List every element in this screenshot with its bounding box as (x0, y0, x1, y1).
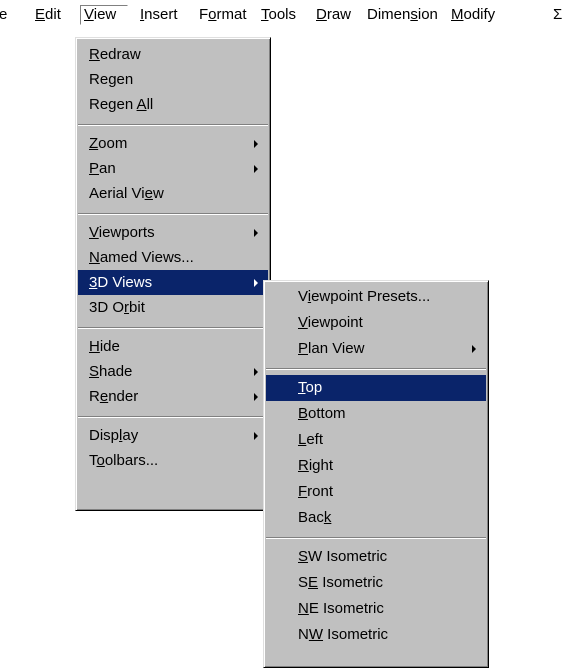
3d-views-item-left[interactable]: Left (266, 427, 486, 453)
view-menu: Redraw Regen Regen All Zoom Pan Aerial View Vi… (75, 37, 271, 511)
view-menu-item-toolbars[interactable]: Toolbars... (78, 448, 268, 473)
3d-views-item-bottom[interactable]: Bottom (266, 401, 486, 427)
view-menu-item-label: Toolbars... (89, 452, 159, 469)
3d-views-item-label: NW Isometric (298, 626, 389, 643)
3d-views-item-plan-view[interactable]: Plan View (266, 336, 486, 362)
3d-views-item-label: Viewpoint Presets... (298, 288, 431, 305)
view-menu-item-label: 3D Orbit (89, 299, 145, 316)
submenu-arrow-icon (254, 229, 258, 237)
menubar-file-partial[interactable]: e (0, 5, 10, 25)
submenu-arrow-icon (254, 140, 258, 148)
3d-views-item-label: SW Isometric (298, 548, 388, 565)
view-menu-item-redraw[interactable]: Redraw (78, 42, 268, 67)
menu-bar: e Edit View Insert Format Tools Draw Dim… (0, 0, 562, 28)
view-menu-item-label: Display (89, 427, 139, 444)
view-menu-item-label: Redraw (89, 46, 141, 63)
3d-views-item-label: Right (298, 457, 334, 474)
3d-views-item-label: Left (298, 431, 324, 448)
submenu-arrow-icon (472, 345, 476, 353)
3d-views-submenu: Viewpoint Presets... Viewpoint Plan View To… (263, 280, 489, 668)
3d-views-item-label: SE Isometric (298, 574, 384, 591)
view-menu-item-label: Regen All (89, 96, 154, 113)
view-menu-item-regen[interactable]: Regen (78, 67, 268, 92)
menubar-insert[interactable]: Insert (137, 5, 181, 25)
menubar-dimension[interactable]: Dimension (364, 5, 441, 25)
3d-views-item-ne-isometric[interactable]: NE Isometric (266, 596, 486, 622)
view-menu-item-3d-orbit[interactable]: 3D Orbit (78, 295, 268, 320)
3d-views-item-label: NE Isometric (298, 600, 384, 617)
menu-separator (78, 213, 268, 215)
view-menu-item-display[interactable]: Display (78, 423, 268, 448)
menu-separator (266, 368, 486, 370)
view-menu-item-label: Aerial View (89, 185, 164, 202)
menubar-tools[interactable]: Tools (258, 5, 299, 25)
menubar-view[interactable]: View (80, 5, 128, 25)
view-menu-item-label: 3D Views (89, 274, 153, 291)
menubar-edit[interactable]: Edit (32, 5, 64, 25)
view-menu-item-label: Render (89, 388, 139, 405)
view-menu-item-label: Pan (89, 160, 116, 177)
view-menu-item-viewports[interactable]: Viewports (78, 220, 268, 245)
3d-views-item-label: Front (298, 483, 334, 500)
submenu-arrow-icon (254, 432, 258, 440)
menu-separator (78, 327, 268, 329)
submenu-arrow-icon (254, 368, 258, 376)
menu-separator (78, 416, 268, 418)
3d-views-item-top[interactable]: Top (266, 375, 486, 401)
3d-views-item-viewpoint[interactable]: Viewpoint (266, 310, 486, 336)
3d-views-item-back[interactable]: Back (266, 505, 486, 531)
3d-views-item-front[interactable]: Front (266, 479, 486, 505)
view-menu-item-label: Named Views... (89, 249, 194, 266)
3d-views-item-right[interactable]: Right (266, 453, 486, 479)
3d-views-item-label: Viewpoint (298, 314, 363, 331)
submenu-arrow-icon (254, 279, 258, 287)
view-menu-item-label: Zoom (89, 135, 128, 152)
view-menu-item-regen-all[interactable]: Regen All (78, 92, 268, 117)
view-menu-item-label: Shade (89, 363, 133, 380)
view-menu-item-label: Viewports (89, 224, 155, 241)
view-menu-item-hide[interactable]: Hide (78, 334, 268, 359)
3d-views-item-label: Back (298, 509, 332, 526)
view-menu-item-aerial-view[interactable]: Aerial View (78, 181, 268, 206)
3d-views-item-se-isometric[interactable]: SE Isometric (266, 570, 486, 596)
submenu-arrow-icon (254, 165, 258, 173)
menubar-modify[interactable]: Modify (448, 5, 498, 25)
menubar-draw[interactable]: Draw (313, 5, 354, 25)
view-menu-item-shade[interactable]: Shade (78, 359, 268, 384)
menubar-format[interactable]: Format (196, 5, 250, 25)
menu-separator (266, 537, 486, 539)
3d-views-item-nw-isometric[interactable]: NW Isometric (266, 622, 486, 648)
view-menu-item-label: Hide (89, 338, 120, 355)
3d-views-item-label: Bottom (298, 405, 346, 422)
view-menu-item-label: Regen (89, 71, 134, 88)
view-menu-item-3d-views[interactable]: 3D Views (78, 270, 268, 295)
3d-views-item-label: Top (298, 379, 323, 396)
view-menu-item-named-views[interactable]: Named Views... (78, 245, 268, 270)
view-menu-item-render[interactable]: Render (78, 384, 268, 409)
3d-views-item-label: Plan View (298, 340, 365, 357)
menu-separator (78, 124, 268, 126)
submenu-arrow-icon (254, 393, 258, 401)
3d-views-item-viewpoint-presets[interactable]: Viewpoint Presets... (266, 284, 486, 310)
3d-views-item-sw-isometric[interactable]: SW Isometric (266, 544, 486, 570)
view-menu-item-zoom[interactable]: Zoom (78, 131, 268, 156)
view-menu-item-pan[interactable]: Pan (78, 156, 268, 181)
menubar-more-partial[interactable]: Σ (550, 5, 562, 25)
